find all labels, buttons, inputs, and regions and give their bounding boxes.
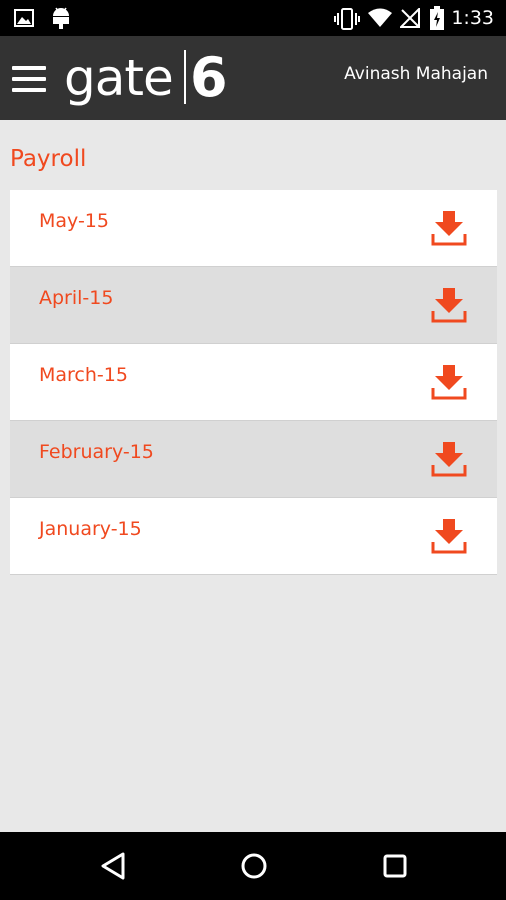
download-icon[interactable]	[431, 441, 467, 477]
logo-number: 6	[190, 46, 228, 109]
payroll-month-label: January-15	[39, 518, 142, 540]
list-item[interactable]: February-15	[10, 421, 497, 498]
list-item[interactable]: April-15	[10, 267, 497, 344]
page-title: Payroll	[10, 146, 87, 172]
home-icon[interactable]	[240, 852, 268, 880]
system-nav-bar	[0, 832, 506, 900]
download-icon[interactable]	[431, 287, 467, 323]
payroll-month-label: March-15	[39, 364, 128, 386]
vibrate-icon	[334, 8, 360, 30]
recents-icon[interactable]	[382, 852, 408, 880]
list-item[interactable]: May-15	[10, 190, 497, 267]
list-item[interactable]: March-15	[10, 344, 497, 421]
user-name[interactable]: Avinash Mahajan	[344, 64, 488, 84]
payroll-list: May-15 April-15 March-15 February-15 Jan…	[10, 190, 497, 575]
app-bar: gate 6 Avinash Mahajan	[0, 36, 506, 120]
hamburger-menu-icon[interactable]	[12, 66, 46, 92]
payroll-month-label: February-15	[39, 441, 154, 463]
download-icon[interactable]	[431, 210, 467, 246]
download-icon[interactable]	[431, 364, 467, 400]
wifi-icon	[368, 8, 392, 27]
no-signal-icon	[400, 8, 420, 28]
image-notification-icon	[14, 9, 34, 27]
back-icon[interactable]	[100, 852, 126, 880]
payroll-month-label: May-15	[39, 210, 109, 232]
battery-icon	[430, 6, 444, 30]
status-time: 1:33	[451, 7, 494, 29]
payroll-month-label: April-15	[39, 287, 114, 309]
android-notification-icon	[53, 7, 69, 29]
download-icon[interactable]	[431, 518, 467, 554]
status-bar: 1:33	[0, 0, 506, 36]
logo-divider	[184, 50, 186, 104]
gate6-logo: gate 6	[64, 48, 239, 108]
list-item[interactable]: January-15	[10, 498, 497, 575]
logo-text: gate	[64, 49, 174, 107]
